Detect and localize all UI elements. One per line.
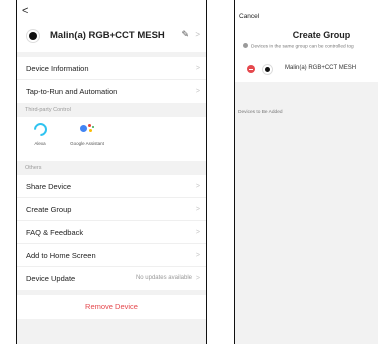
device-bulb-icon [262,64,273,75]
group-device-row: Malin(a) RGB+CCT MESH [235,60,378,78]
device-bulb-icon [26,29,40,43]
chevron-right-icon: > [195,88,200,95]
row-label: Add to Home Screen [26,251,96,260]
update-status: No updates available [135,275,192,281]
info-notice: Devices in the same group can be control… [243,43,354,50]
info-icon [243,43,248,48]
header: < Malin(a) RGB+CCT MESH ✎ > [17,0,206,52]
chevron-right-icon: > [195,252,200,259]
chevron-right-icon: > [195,65,200,72]
cancel-button[interactable]: Cancel [239,13,259,20]
remove-device-button[interactable]: Remove Device [17,295,206,319]
device-settings-screen: < Malin(a) RGB+CCT MESH ✎ > Device Infor… [16,0,207,344]
row-device-information[interactable]: Device Information > [17,57,206,80]
section-label-others: Others [17,161,206,175]
row-add-to-home-screen[interactable]: Add to Home Screen > [17,244,206,267]
back-icon[interactable]: < [22,6,28,17]
alexa-icon [30,120,50,139]
row-create-group[interactable]: Create Group > [17,198,206,221]
row-tap-to-run[interactable]: Tap-to-Run and Automation > [17,80,206,103]
remove-minus-icon[interactable] [247,65,255,73]
device-header-row[interactable]: Malin(a) RGB+CCT MESH ✎ > [17,25,206,47]
third-party-label: Alexa [34,141,46,146]
third-party-alexa[interactable]: Alexa [20,120,60,147]
chevron-right-icon: > [195,229,200,236]
section-label-third-party: Third-party Control [17,103,206,117]
create-group-header: Cancel Create Group Devices in the same … [235,0,378,82]
third-party-label: Google Assistant [70,141,104,146]
device-name: Malin(a) RGB+CCT MESH [285,65,357,71]
chevron-right-icon: > [195,30,200,39]
row-label: Share Device [26,182,72,191]
page-title: Create Group [292,30,351,40]
row-label: FAQ & Feedback [26,228,84,237]
edit-icon[interactable]: ✎ [181,29,189,40]
row-label: Device Information [26,64,89,73]
others-group: Share Device > Create Group > FAQ & Feed… [17,175,206,290]
row-label: Tap-to-Run and Automation [26,87,118,96]
chevron-right-icon: > [195,206,200,213]
create-group-screen: Cancel Create Group Devices in the same … [234,0,378,344]
section-label-devices-to-add: Devices to Be Added [238,110,283,115]
row-share-device[interactable]: Share Device > [17,175,206,198]
google-assistant-icon [79,123,95,136]
row-label: Create Group [26,205,72,214]
row-faq-feedback[interactable]: FAQ & Feedback > [17,221,206,244]
info-text: Devices in the same group can be control… [251,44,354,50]
row-label: Device Update [26,274,76,283]
info-group: Device Information > Tap-to-Run and Auto… [17,57,206,103]
chevron-right-icon: > [195,183,200,190]
third-party-control: Alexa Google Assistant [17,117,206,161]
row-device-update[interactable]: Device Update No updates available > [17,267,206,290]
third-party-google-assistant[interactable]: Google Assistant [67,123,107,147]
device-name: Malin(a) RGB+CCT MESH [50,30,165,41]
chevron-right-icon: > [195,275,200,282]
